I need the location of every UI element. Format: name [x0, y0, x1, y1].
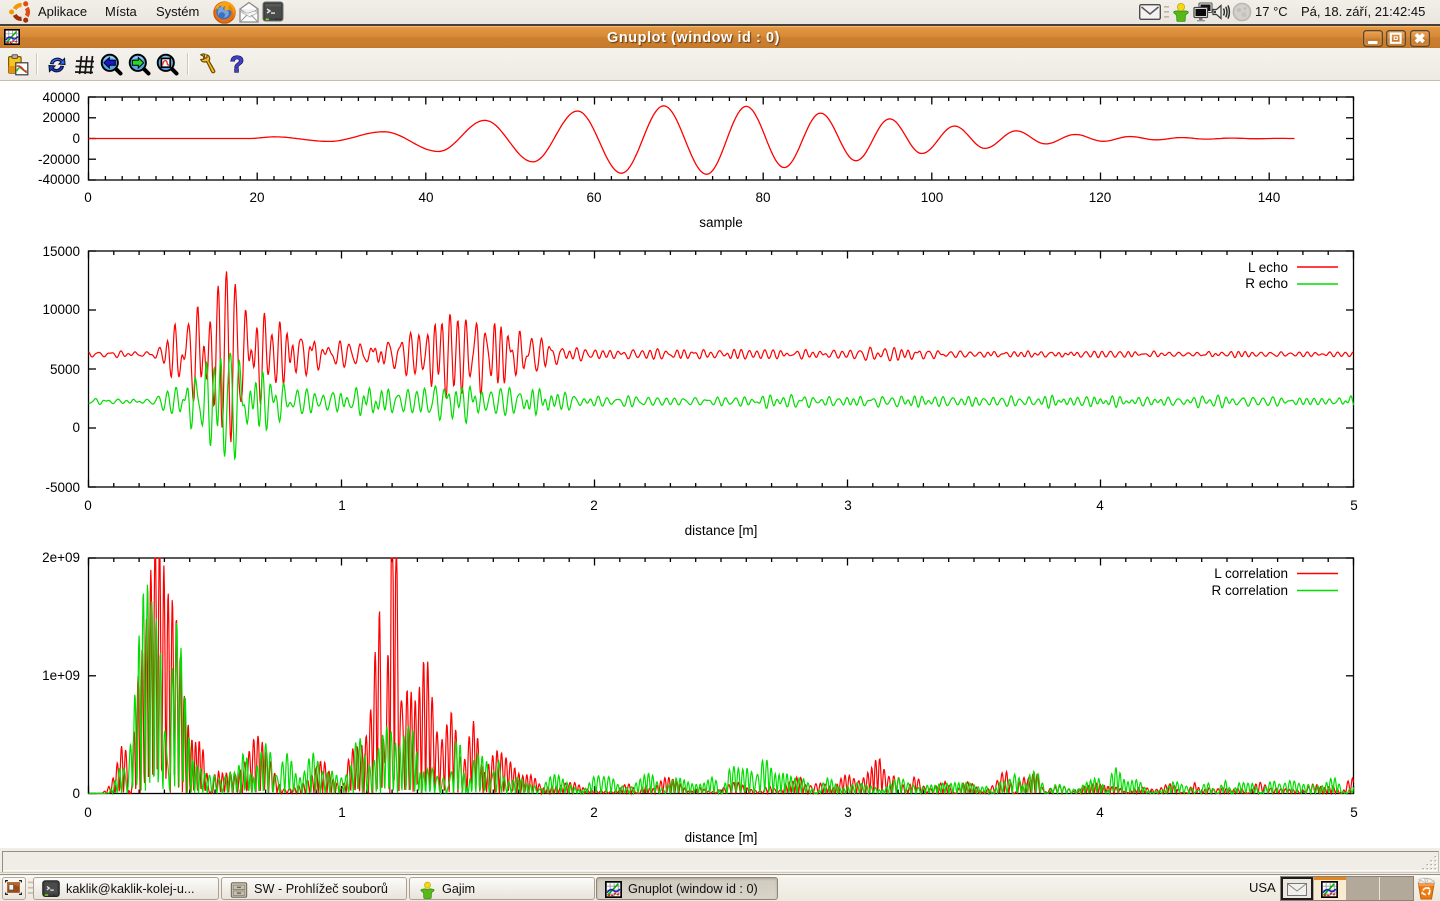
svg-text:20000: 20000 [42, 110, 80, 125]
svg-text:80: 80 [755, 190, 770, 205]
svg-text:L correlation: L correlation [1214, 566, 1288, 581]
svg-text:5: 5 [1350, 498, 1358, 513]
svg-text:40: 40 [418, 190, 433, 205]
svg-text:0: 0 [72, 420, 80, 435]
svg-text:R correlation: R correlation [1211, 583, 1288, 598]
svg-text:3: 3 [844, 498, 852, 513]
svg-text:2: 2 [590, 805, 598, 820]
svg-text:1e+09: 1e+09 [42, 668, 80, 683]
svg-text:-40000: -40000 [38, 172, 80, 187]
svg-text:120: 120 [1089, 190, 1112, 205]
svg-text:10000: 10000 [42, 302, 80, 317]
svg-text:20: 20 [249, 190, 264, 205]
svg-text:0: 0 [84, 190, 92, 205]
svg-text:0: 0 [72, 131, 80, 146]
svg-text:15000: 15000 [42, 244, 80, 259]
svg-text:R echo: R echo [1245, 276, 1288, 291]
svg-text:5000: 5000 [50, 362, 80, 377]
svg-text:2: 2 [590, 498, 598, 513]
svg-text:1: 1 [338, 805, 346, 820]
svg-text:-20000: -20000 [38, 152, 80, 167]
svg-text:sample: sample [699, 215, 743, 230]
svg-text:140: 140 [1258, 190, 1281, 205]
svg-text:3: 3 [844, 805, 852, 820]
svg-text:0: 0 [72, 786, 80, 801]
svg-text:L echo: L echo [1248, 260, 1288, 275]
svg-text:100: 100 [921, 190, 944, 205]
svg-text:0: 0 [84, 498, 92, 513]
svg-text:distance [m]: distance [m] [685, 830, 758, 845]
svg-text:?: ? [230, 52, 244, 77]
svg-text:5: 5 [1350, 805, 1358, 820]
svg-text:-5000: -5000 [45, 480, 80, 495]
svg-text:60: 60 [586, 190, 601, 205]
svg-text:4: 4 [1096, 498, 1104, 513]
svg-text:4: 4 [1096, 805, 1104, 820]
svg-text:2e+09: 2e+09 [42, 550, 80, 565]
svg-text:40000: 40000 [42, 90, 80, 105]
svg-text:0: 0 [84, 805, 92, 820]
svg-text:1: 1 [338, 498, 346, 513]
svg-text:distance [m]: distance [m] [685, 523, 758, 538]
